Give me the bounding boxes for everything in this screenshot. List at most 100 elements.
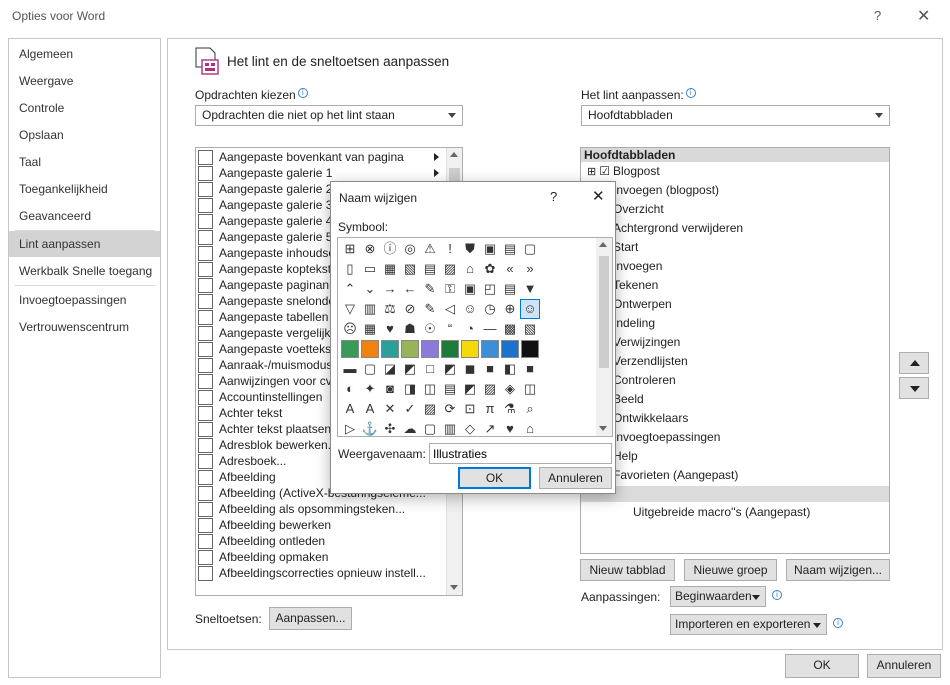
symbol-cell[interactable]: A [361, 400, 379, 418]
symbol-cell[interactable]: ◈ [501, 380, 519, 398]
cancel-button[interactable]: Annuleren [867, 654, 941, 678]
symbol-cell[interactable]: ▬ [341, 360, 359, 378]
symbol-cell[interactable]: ⌂ [461, 260, 479, 278]
nav-item-werkbalk[interactable]: Werkbalk Snelle toegang [9, 258, 160, 284]
nav-item-lint-aanpassen[interactable]: Lint aanpassen [9, 231, 160, 257]
symbol-cell[interactable]: ▣ [461, 280, 479, 298]
symbol-cell[interactable]: ⚓ [361, 420, 379, 436]
expand-icon[interactable]: ⊞ [587, 166, 596, 178]
ribbon-tree[interactable]: Hoofdtabbladen⊞☑Blogpost⊞☑Invoegen (blog… [580, 147, 890, 554]
nav-item-weergave[interactable]: Weergave [9, 68, 160, 94]
symbol-cell[interactable]: ⟳ [441, 400, 459, 418]
move-down-button[interactable] [899, 377, 929, 399]
symbol-cell[interactable]: A [341, 400, 359, 418]
symbol-cell[interactable]: ▷ [341, 420, 359, 436]
symbol-cell[interactable]: — [481, 320, 499, 338]
symbol-cell[interactable]: ☁ [401, 420, 419, 436]
ok-button[interactable]: OK [785, 654, 859, 678]
symbol-cell[interactable]: ▤ [501, 280, 519, 298]
command-item[interactable]: Afbeelding opmaken [196, 549, 444, 565]
symbol-cell[interactable]: ◫ [421, 380, 439, 398]
nav-item-geavanceerd[interactable]: Geavanceerd [9, 203, 160, 229]
symbol-cell[interactable]: ■ [381, 340, 399, 358]
symbol-cell[interactable]: ✓ [401, 400, 419, 418]
tree-item[interactable]: Uitgebreide macro''s (Aangepast) [633, 503, 810, 522]
rename-button[interactable]: Naam wijzigen... [786, 559, 890, 581]
nav-item-invoegtoepassingen[interactable]: Invoegtoepassingen [9, 287, 160, 313]
symbol-cell[interactable]: ✎ [421, 280, 439, 298]
symbol-cell[interactable]: “ [441, 320, 459, 338]
symbol-cell[interactable]: ◁ [441, 300, 459, 318]
symbol-cell[interactable]: ▩ [501, 320, 519, 338]
symbol-cell[interactable]: ▤ [441, 380, 459, 398]
command-item[interactable]: Aangepaste bovenkant van pagina [196, 149, 444, 165]
scroll-thumb[interactable] [599, 256, 609, 368]
symbol-cell[interactable]: ♥ [381, 320, 399, 338]
symbol-cell[interactable]: ▦ [361, 320, 379, 338]
symbol-cell[interactable]: ■ [481, 340, 499, 358]
symbol-scrollbar[interactable] [596, 238, 612, 436]
symbol-cell[interactable]: ▥ [441, 420, 459, 436]
help-button[interactable]: ? [874, 8, 881, 23]
symbol-cell[interactable]: ◨ [401, 380, 419, 398]
symbol-cell[interactable]: ✣ [381, 420, 399, 436]
symbol-cell[interactable]: ▭ [361, 260, 379, 278]
symbol-cell[interactable]: ■ [401, 340, 419, 358]
symbol-cell[interactable]: ◰ [481, 280, 499, 298]
symbol-cell[interactable]: ⊘ [401, 300, 419, 318]
symbol-cell[interactable]: ↗ [481, 420, 499, 436]
command-item[interactable]: Afbeeldingscorrecties opnieuw instell... [196, 565, 444, 581]
symbol-cell[interactable]: ■ [341, 340, 359, 358]
symbol-cell[interactable]: ■ [361, 340, 379, 358]
scroll-up-icon[interactable] [599, 242, 607, 247]
symbol-cell[interactable]: ■ [421, 340, 439, 358]
symbol-cell[interactable]: « [501, 260, 519, 278]
symbol-cell[interactable]: ▨ [441, 260, 459, 278]
tree-item[interactable]: ⊞ ☑ Blogpost [587, 162, 660, 181]
dialog-cancel-button[interactable]: Annuleren [539, 467, 612, 489]
symbol-cell[interactable]: ◙ [381, 380, 399, 398]
symbol-cell[interactable]: ⌄ [361, 280, 379, 298]
symbol-cell[interactable]: ◧ [501, 360, 519, 378]
move-up-button[interactable] [899, 352, 929, 374]
symbol-cell[interactable]: ! [441, 240, 459, 258]
commands-dropdown[interactable]: Opdrachten die niet op het lint staan [195, 105, 463, 126]
symbol-cell[interactable]: ◔ [461, 320, 479, 338]
dialog-help-button[interactable]: ? [550, 189, 557, 204]
symbol-cell[interactable]: ☉ [421, 320, 439, 338]
symbol-cell[interactable]: ◩ [461, 380, 479, 398]
symbol-cell[interactable]: ♥ [501, 420, 519, 436]
symbol-cell[interactable]: ◷ [481, 300, 499, 318]
symbol-cell[interactable]: ▦ [381, 260, 399, 278]
symbol-cell[interactable]: ⚠ [421, 240, 439, 258]
nav-item-taal[interactable]: Taal [9, 149, 160, 175]
dialog-ok-button[interactable]: OK [458, 467, 531, 489]
symbol-cell[interactable]: ■ [521, 340, 539, 358]
symbol-cell[interactable]: ▤ [421, 260, 439, 278]
scroll-up-icon[interactable] [450, 152, 458, 157]
symbol-cell[interactable]: ◐ [341, 380, 359, 398]
symbol-cell[interactable]: ⊗ [361, 240, 379, 258]
symbol-cell[interactable]: ▧ [521, 320, 539, 338]
command-item[interactable]: Aangepaste galerie 1 [196, 165, 444, 181]
symbol-cell[interactable]: » [521, 260, 539, 278]
symbol-cell[interactable]: ▨ [421, 400, 439, 418]
symbol-cell[interactable]: ✦ [361, 380, 379, 398]
symbol-cell[interactable]: ⊕ [501, 300, 519, 318]
symbol-cell[interactable]: ▼ [521, 280, 539, 298]
symbol-cell[interactable]: ☹ [341, 320, 359, 338]
symbol-cell[interactable]: ◩ [441, 360, 459, 378]
ribbon-dropdown[interactable]: Hoofdtabbladen [581, 105, 890, 126]
symbol-cell[interactable]: ▢ [521, 240, 539, 258]
symbol-cell[interactable]: ■ [521, 360, 539, 378]
display-name-input[interactable] [429, 443, 612, 464]
nav-item-algemeen[interactable]: Algemeen [9, 41, 160, 67]
symbol-cell[interactable]: ◩ [401, 360, 419, 378]
import-export-dropdown[interactable]: Importeren en exporteren [670, 614, 827, 635]
symbol-cell[interactable]: ✎ [421, 300, 439, 318]
nav-item-toegankelijkheid[interactable]: Toegankelijkheid [9, 176, 160, 202]
symbol-cell[interactable]: ▢ [361, 360, 379, 378]
symbol-cell[interactable]: ☺ [461, 300, 479, 318]
command-item[interactable]: Afbeelding als opsommingsteken... [196, 501, 444, 517]
symbol-cell[interactable]: ▨ [481, 380, 499, 398]
